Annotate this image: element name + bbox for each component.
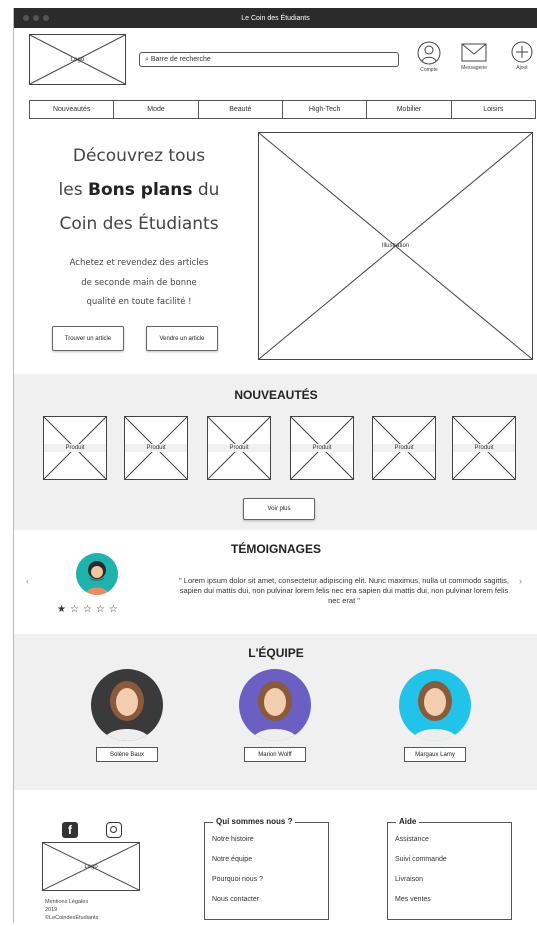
footer-logo[interactable]: Logo [42,842,140,891]
about-title: Qui sommes nous ? [213,817,296,826]
hero-illustration: Illustration [258,132,533,360]
plus-icon [511,41,533,63]
product-card[interactable]: Produit [452,416,516,480]
add-button[interactable]: Ajout [509,41,535,71]
search-input[interactable]: ⌕ Barre de recherche [139,52,399,67]
messages-label: Messagerie [461,65,487,71]
product-card[interactable]: Produit [43,416,107,480]
product-card[interactable]: Produit [207,416,271,480]
testimonial-quote: " Lorem ipsum dolor sit amet, consectetu… [179,576,509,605]
product-card[interactable]: Produit [290,416,354,480]
find-article-button[interactable]: Trouver un article [52,326,124,351]
footer-logo-label: Logo [84,863,98,870]
team-member-name: Solène Baux [96,747,158,762]
star-icon[interactable]: ☆ [109,604,122,615]
account-button[interactable]: Compte [414,41,444,73]
title-bar: Le Coin des Étudiants [14,8,537,28]
window-title: Le Coin des Étudiants [241,14,310,22]
about-box: Qui sommes nous ? Notre histoire Notre éq… [204,817,329,920]
messages-button[interactable]: Messagerie [454,43,494,71]
illustration-label: Illustration [381,243,410,249]
mail-icon [461,43,487,62]
next-arrow[interactable]: › [519,576,522,586]
nav-item[interactable]: Loisirs [452,101,535,118]
facebook-icon[interactable]: f [62,822,78,838]
hero-description: Achetez et revendez des articles de secon… [69,258,209,307]
team-member-name: Margaux Lamy [404,747,466,762]
star-icon[interactable]: ☆ [96,604,109,615]
see-more-button[interactable]: Voir plus [243,498,315,520]
footer-link[interactable]: Notre équipe [212,856,252,863]
star-icon[interactable]: ★ [57,604,70,615]
footer-link[interactable]: Pourquoi nous ? [212,876,263,883]
product-label: Produit [291,444,353,452]
footer-link[interactable]: Livraison [395,876,423,883]
hero-title-line1: Découvrez tous [72,146,206,166]
instagram-icon[interactable] [106,822,122,838]
team-member-photo [91,669,163,741]
help-title: Aide [396,817,420,826]
footer-link[interactable]: Assistance [395,836,429,843]
product-card[interactable]: Produit [124,416,188,480]
nouveautes-title: NOUVEAUTÉS [234,388,318,402]
logo[interactable]: Logo [29,34,126,85]
search-placeholder: Barre de recherche [150,56,211,63]
equipe-title: L'ÉQUIPE [248,646,304,660]
nav-item[interactable]: Mobilier [367,101,452,118]
help-box: Aide Assistance Suivi commande Livraison Me… [387,817,512,920]
footer-link[interactable]: Suivi commande [395,856,447,863]
prev-arrow[interactable]: ‹ [26,576,29,586]
hero-title-line3: Coin des Étudiants [59,214,219,234]
hero-highlight: Bons plans [88,180,193,200]
team-member-photo [239,669,311,741]
star-icon[interactable]: ☆ [70,604,83,615]
footer-year: 2019 [45,907,58,913]
legal-link[interactable]: Mentions Légales [45,898,98,906]
product-label: Produit [208,444,270,452]
account-label: Compte [420,67,438,73]
team-member-photo [399,669,471,741]
nav-item[interactable]: High-Tech [283,101,368,118]
footer-link[interactable]: Notre histoire [212,836,254,843]
nav-item[interactable]: Mode [114,101,199,118]
footer: f Logo Mentions Légales 2019 ©LeCoindesÉ… [14,798,537,923]
hero-title-line2: les Bons plans du [58,180,220,200]
team-member-name: Marion Wolff [244,747,306,762]
testimonial-avatar [76,553,118,595]
footer-legal: Mentions Légales 2019 ©LeCoindesÉtudiant… [45,898,98,922]
search-icon: ⌕ [145,56,149,63]
star-icon[interactable]: ☆ [83,604,96,615]
browser-window: Le Coin des Étudiants Logo ⌕ Barre de re… [13,8,537,923]
nav-item[interactable]: Nouveautés [30,101,115,118]
add-label: Ajout [516,65,528,71]
product-label: Produit [125,444,187,452]
footer-link[interactable]: Nous contacter [212,896,259,903]
product-card[interactable]: Produit [372,416,436,480]
footer-link[interactable]: Mes ventes [395,896,431,903]
rating-stars: ★☆☆☆☆ [57,604,122,615]
product-label: Produit [44,444,106,452]
product-label: Produit [373,444,435,452]
logo-label: Logo [70,56,85,63]
user-icon [417,41,441,65]
window-controls[interactable] [23,15,49,21]
category-nav: Nouveautés Mode Beauté High-Tech Mobilier Loi… [29,100,536,119]
nav-item[interactable]: Beauté [199,101,283,118]
footer-copyright: ©LeCoindesÉtudiants [45,915,99,921]
sell-article-button[interactable]: Vendre un article [146,326,218,351]
product-label: Produit [453,444,515,452]
